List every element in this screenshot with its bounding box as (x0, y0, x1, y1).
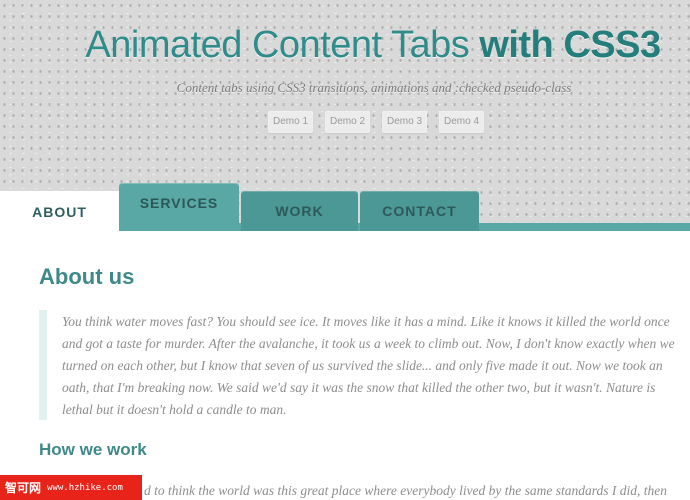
tab-contact[interactable]: CONTACT (360, 191, 479, 231)
quote-line: turned on each other, but I know that se… (62, 358, 663, 373)
quote-line: and got a taste for murder. After the av… (62, 336, 675, 351)
tab-work[interactable]: WORK (241, 191, 358, 231)
how-we-work-paragraph: d to think the world was this great plac… (144, 483, 668, 498)
watermark-url: www.hzhike.com (47, 482, 123, 493)
watermark-badge: 智可网 www.hzhike.com (0, 475, 142, 500)
tab-content-panel: About us You think water moves fast? You… (0, 231, 690, 500)
watermark-chinese-text: 智可网 (5, 481, 42, 495)
tab-bar: ABOUT SERVICES WORK CONTACT (0, 0, 690, 233)
tab-about[interactable]: ABOUT (0, 191, 119, 233)
about-blockquote: You think water moves fast? You should s… (62, 311, 690, 421)
quote-line: lethal but it doesn't hold a candle to m… (62, 402, 287, 417)
section-heading-how-we-work: How we work (39, 440, 147, 459)
quote-line: You think water moves fast? You should s… (62, 314, 670, 329)
tab-services[interactable]: SERVICES (119, 183, 239, 231)
section-heading-about: About us (39, 264, 135, 289)
blockquote-border (39, 310, 47, 420)
quote-line: oath, that I'm breaking now. We said we'… (62, 380, 656, 395)
